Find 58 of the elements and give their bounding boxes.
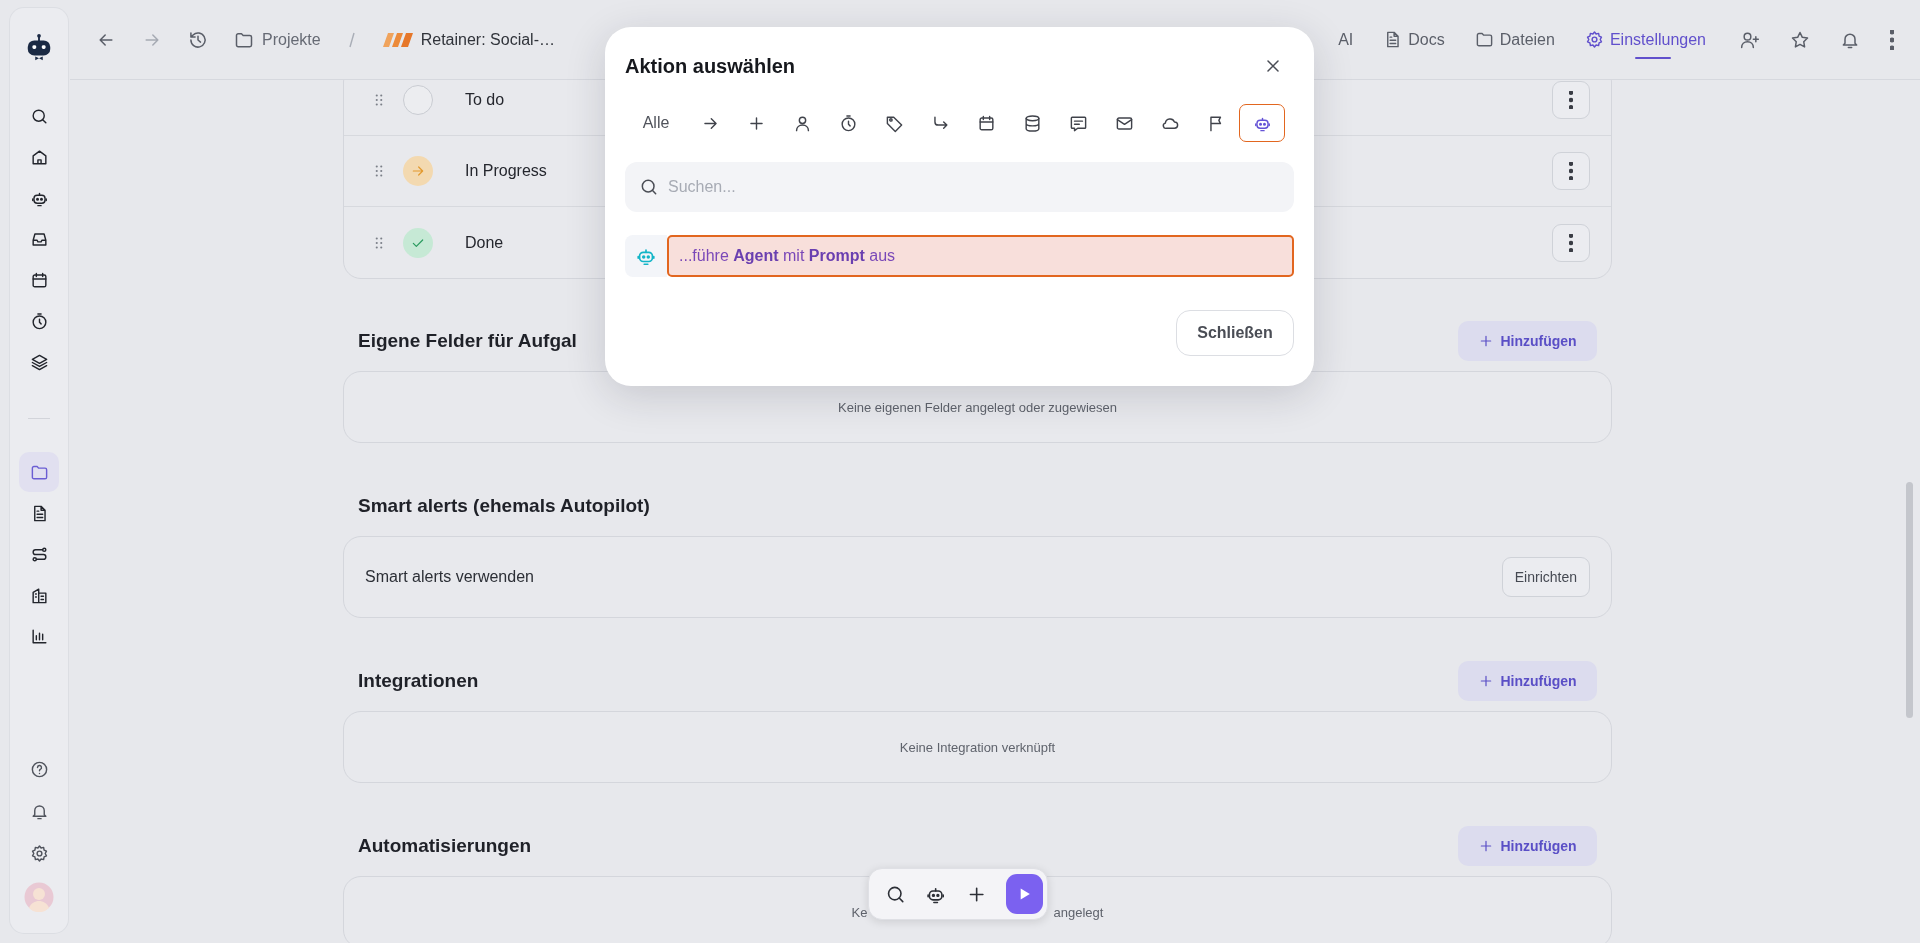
section-title: Smart alerts (ehemals Autopilot) <box>358 495 650 517</box>
empty-message: angelegt <box>1053 904 1104 920</box>
scrollbar-thumb[interactable] <box>1906 482 1913 718</box>
help-icon[interactable] <box>29 760 49 779</box>
more-button[interactable] <box>1552 81 1590 119</box>
search-field[interactable]: Suchen... <box>625 162 1294 212</box>
stopwatch-icon <box>838 113 858 133</box>
breadcrumb-link[interactable]: Retainer: Social-… <box>420 30 555 49</box>
folder-nav-item[interactable] <box>19 452 59 492</box>
settings-icon <box>1584 30 1604 49</box>
more-icon <box>1569 233 1573 252</box>
calendar-icon <box>976 113 996 133</box>
more-icon[interactable] <box>1890 29 1894 50</box>
add-button[interactable]: Hinzufügen <box>1458 661 1597 701</box>
database-icon <box>1022 113 1042 133</box>
home-icon <box>29 147 49 167</box>
more-button[interactable] <box>1552 223 1590 262</box>
status-icon <box>403 227 433 258</box>
search-icon <box>29 106 49 126</box>
more-button[interactable] <box>1552 152 1590 190</box>
section-title: Eigene Felder für Aufgal <box>358 330 577 352</box>
empty-message: Keine eigenen Felder angelegt oder zugewiesen <box>838 399 1117 415</box>
nav-tab[interactable]: Dateien <box>1474 30 1555 49</box>
settings-icon[interactable] <box>29 844 49 863</box>
empty-message: Ke <box>851 904 868 920</box>
folder-icon <box>1474 30 1494 49</box>
project-logo <box>382 32 413 47</box>
building-icon <box>29 585 49 605</box>
history-icon[interactable] <box>188 29 208 50</box>
action-option[interactable]: ...führe Agent mit Prompt aus <box>667 235 1294 277</box>
breadcrumb-link[interactable]: Projekte <box>262 30 321 49</box>
close-button[interactable]: Schließen <box>1176 310 1294 356</box>
more-icon <box>1569 162 1573 180</box>
dialog-title: Aktion auswählen <box>625 54 796 78</box>
section-title: Automatisierungen <box>358 835 532 857</box>
nav-tab[interactable]: Docs <box>1383 30 1445 49</box>
setting-label: Smart alerts verwenden <box>365 568 534 586</box>
add-button[interactable]: Hinzufügen <box>1458 826 1597 866</box>
tag-icon <box>884 113 904 133</box>
empty-message: Keine Integration verknüpft <box>899 739 1056 755</box>
star-icon[interactable] <box>1790 29 1810 50</box>
status-name: To do <box>465 91 505 109</box>
filter-tab[interactable] <box>1239 104 1285 142</box>
status-icon <box>403 85 433 115</box>
add-button[interactable]: Hinzufügen <box>1458 321 1597 361</box>
nav-tab[interactable]: AI <box>1338 30 1354 49</box>
stopwatch-icon <box>29 311 49 331</box>
more-icon <box>1569 91 1573 109</box>
section-title: Integrationen <box>358 670 479 692</box>
filter-tab[interactable]: Alle <box>625 104 687 142</box>
play-button[interactable] <box>1005 874 1043 914</box>
status-name: Done <box>465 233 504 252</box>
status-name: In Progress <box>465 162 547 180</box>
status-icon <box>403 156 433 186</box>
setup-button[interactable]: Einrichten <box>1501 557 1590 597</box>
layers-icon <box>29 352 49 372</box>
message-icon <box>1068 113 1088 133</box>
calendar-icon <box>29 270 49 290</box>
